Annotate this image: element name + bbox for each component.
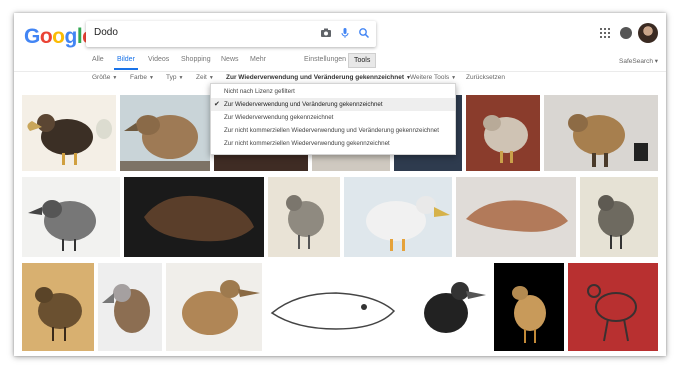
menu-item-noncommercial-reuse[interactable]: Zur nicht kommerziellen Wiederverwendung…: [211, 137, 455, 150]
filter-more-tools[interactable]: Weitere Tools ▼: [410, 74, 456, 81]
apps-grid-icon[interactable]: [600, 28, 610, 38]
image-result[interactable]: [466, 95, 540, 171]
menu-item-reuse[interactable]: Zur Wiederverwendung gekennzeichnet: [211, 111, 455, 124]
filter-size[interactable]: Größe ▼: [92, 74, 117, 81]
chevron-down-icon: ▼: [112, 75, 118, 81]
tab-videos[interactable]: Videos: [148, 56, 169, 63]
chevron-down-icon: ▼: [451, 75, 457, 81]
search-tabs: Alle Bilder Videos Shopping News Mehr Ei…: [14, 53, 666, 72]
menu-item-noncommercial-reuse-and-modify[interactable]: Zur nicht kommerziellen Wiederverwendung…: [211, 124, 455, 137]
tab-more[interactable]: Mehr: [250, 56, 266, 63]
image-result[interactable]: [456, 177, 576, 257]
image-result[interactable]: [406, 263, 490, 351]
mic-icon[interactable]: [339, 27, 351, 39]
image-result[interactable]: [22, 95, 116, 171]
image-result[interactable]: [580, 177, 658, 257]
filter-reset[interactable]: Zurücksetzen: [466, 74, 505, 81]
tools-button[interactable]: Tools: [348, 53, 377, 68]
image-result[interactable]: [494, 263, 564, 351]
search-box[interactable]: Dodo: [86, 21, 376, 47]
search-icon[interactable]: [358, 27, 370, 39]
image-result[interactable]: [22, 263, 94, 351]
menu-item-no-license-filter[interactable]: Nicht nach Lizenz gefiltert: [211, 85, 455, 98]
chevron-down-icon: ▼: [178, 75, 184, 81]
image-result[interactable]: [166, 263, 262, 351]
search-input[interactable]: Dodo: [94, 27, 118, 38]
tab-images[interactable]: Bilder: [117, 56, 135, 63]
image-result[interactable]: [120, 95, 210, 171]
tab-all[interactable]: Alle: [92, 56, 104, 63]
image-result[interactable]: [268, 177, 340, 257]
license-dropdown-menu: Nicht nach Lizenz gefiltert ✔ Zur Wiederv…: [210, 83, 456, 155]
image-result[interactable]: [568, 263, 658, 351]
image-result[interactable]: [22, 177, 120, 257]
filter-time[interactable]: Zeit ▼: [196, 74, 214, 81]
filter-license[interactable]: Zur Wiederverwendung und Veränderung gek…: [226, 74, 411, 81]
image-result[interactable]: [544, 95, 658, 171]
image-result[interactable]: [124, 177, 264, 257]
settings-link[interactable]: Einstellungen: [304, 56, 346, 63]
tab-shopping[interactable]: Shopping: [181, 56, 211, 63]
image-result[interactable]: [344, 177, 452, 257]
filter-type[interactable]: Typ ▼: [166, 74, 183, 81]
safesearch-toggle[interactable]: SafeSearch ▾: [619, 57, 658, 65]
browser-frame: Google Dodo Alle Bilder Videos Shopping …: [14, 13, 666, 356]
camera-icon[interactable]: [320, 27, 332, 39]
google-logo[interactable]: Google: [24, 25, 94, 49]
tab-news[interactable]: News: [221, 56, 239, 63]
menu-item-reuse-and-modify[interactable]: ✔ Zur Wiederverwendung und Veränderung ge…: [211, 98, 455, 111]
image-result[interactable]: [266, 263, 402, 351]
checkmark-icon: ✔: [214, 101, 220, 108]
active-tab-indicator: [114, 68, 138, 70]
image-result[interactable]: [98, 263, 162, 351]
avatar[interactable]: [638, 23, 658, 43]
chevron-down-icon: ▼: [148, 75, 154, 81]
chevron-down-icon: ▼: [208, 75, 214, 81]
filter-color[interactable]: Farbe ▼: [130, 74, 154, 81]
notification-icon[interactable]: [620, 27, 632, 39]
